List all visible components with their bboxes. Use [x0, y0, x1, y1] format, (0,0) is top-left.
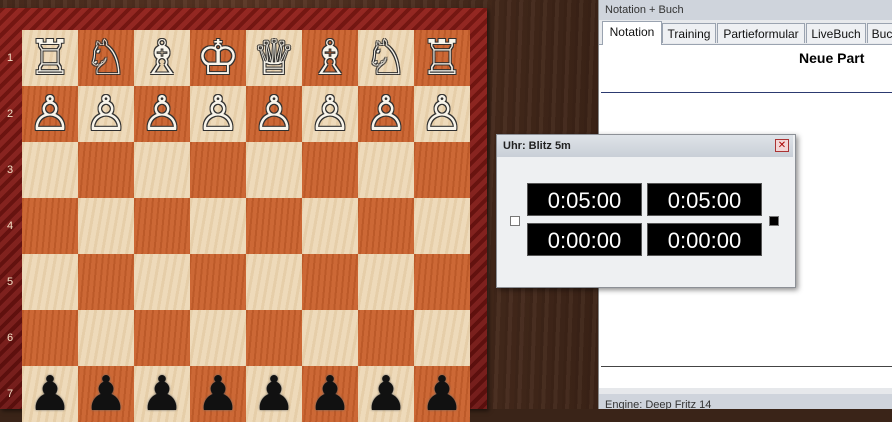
board-square[interactable] [190, 310, 246, 366]
white-piece-icon[interactable]: ♙ [134, 86, 190, 142]
tab-notation[interactable]: Notation [602, 21, 662, 45]
rank-label: 1 [6, 52, 14, 64]
board-square[interactable] [358, 198, 414, 254]
engine-bar[interactable]: Engine: Deep Fritz 14 [599, 394, 892, 409]
black-extra-time: 0:00:00 [647, 223, 762, 256]
board-square[interactable] [78, 142, 134, 198]
board-square[interactable] [358, 310, 414, 366]
board-square[interactable] [246, 142, 302, 198]
game-title: Neue Part [799, 50, 865, 66]
close-icon[interactable]: ✕ [775, 139, 789, 152]
rank-label: 2 [6, 108, 14, 120]
board-square[interactable] [22, 198, 78, 254]
rank-label: 3 [6, 164, 14, 176]
clock-title[interactable]: Uhr: Blitz 5m [497, 135, 793, 157]
board-square[interactable] [302, 254, 358, 310]
black-piece-icon[interactable]: ♟ [246, 366, 302, 422]
board-square[interactable] [134, 310, 190, 366]
black-piece-icon[interactable]: ♟ [190, 366, 246, 422]
board-square[interactable] [414, 254, 470, 310]
tab-partieformular[interactable]: Partieformular [717, 23, 805, 43]
white-piece-icon[interactable]: ♖ [22, 30, 78, 86]
board-square[interactable] [414, 142, 470, 198]
white-piece-icon[interactable]: ♔ [190, 30, 246, 86]
white-piece-icon[interactable]: ♙ [190, 86, 246, 142]
board-frame: 1 2 3 4 5 6 7 ♖ ♘ ♗ ♔ ♕ ♗ ♘ ♖ ♙ ♙ ♙ ♙ ♙ ♙ ♙ ♙ ♟ ♟ ♟ ♟ ♟ ♟ ♟ ♟ [0, 8, 487, 422]
white-time: 0:05:00 [527, 183, 642, 216]
divider [601, 366, 892, 367]
black-piece-icon[interactable]: ♟ [302, 366, 358, 422]
black-piece-icon[interactable]: ♟ [358, 366, 414, 422]
black-piece-icon[interactable]: ♟ [134, 366, 190, 422]
board-square[interactable] [414, 310, 470, 366]
white-turn-indicator [510, 216, 520, 226]
white-piece-icon[interactable]: ♙ [358, 86, 414, 142]
rank-label: 6 [6, 332, 14, 344]
white-piece-icon[interactable]: ♙ [78, 86, 134, 142]
white-piece-icon[interactable]: ♗ [134, 30, 190, 86]
white-piece-icon[interactable]: ♙ [22, 86, 78, 142]
board-square[interactable] [22, 310, 78, 366]
rank-label: 5 [6, 276, 14, 288]
black-piece-icon[interactable]: ♟ [78, 366, 134, 422]
board-square[interactable] [302, 198, 358, 254]
tab-training[interactable]: Training [662, 23, 716, 43]
white-piece-icon[interactable]: ♖ [414, 30, 470, 86]
tab-livebuch[interactable]: LiveBuch [806, 23, 866, 43]
board-square[interactable] [246, 254, 302, 310]
board-square[interactable] [190, 142, 246, 198]
white-extra-time: 0:00:00 [527, 223, 642, 256]
panel-title[interactable]: Notation + Buch [599, 0, 892, 20]
white-piece-icon[interactable]: ♙ [302, 86, 358, 142]
tab-bar: Notation Training Partieformular LiveBuc… [599, 20, 892, 45]
board-square[interactable] [22, 254, 78, 310]
board-square[interactable] [246, 198, 302, 254]
black-turn-indicator [769, 216, 779, 226]
board-square[interactable] [302, 142, 358, 198]
white-piece-icon[interactable]: ♙ [414, 86, 470, 142]
board-square[interactable] [414, 198, 470, 254]
board-square[interactable] [190, 254, 246, 310]
board-square[interactable] [78, 310, 134, 366]
board-square[interactable] [134, 142, 190, 198]
board-square[interactable] [246, 310, 302, 366]
white-piece-icon[interactable]: ♘ [78, 30, 134, 86]
white-piece-icon[interactable]: ♕ [246, 30, 302, 86]
black-piece-icon[interactable]: ♟ [22, 366, 78, 422]
board-square[interactable] [302, 310, 358, 366]
clock-window[interactable]: Uhr: Blitz 5m ✕ 0:05:00 0:05:00 0:00:00 … [496, 134, 796, 288]
white-piece-icon[interactable]: ♙ [246, 86, 302, 142]
board-square[interactable] [78, 254, 134, 310]
board-square[interactable] [190, 198, 246, 254]
board-square[interactable] [134, 254, 190, 310]
rank-label: 7 [6, 388, 14, 400]
rank-label: 4 [6, 220, 14, 232]
black-piece-icon[interactable]: ♟ [414, 366, 470, 422]
board-square[interactable] [78, 198, 134, 254]
board-square[interactable] [22, 142, 78, 198]
divider [601, 92, 892, 93]
board-square[interactable] [358, 142, 414, 198]
tab-buch[interactable]: Buc [867, 23, 892, 43]
board-square[interactable] [134, 198, 190, 254]
black-time: 0:05:00 [647, 183, 762, 216]
board-square[interactable] [358, 254, 414, 310]
white-piece-icon[interactable]: ♗ [302, 30, 358, 86]
chess-board[interactable]: 1 2 3 4 5 6 7 ♖ ♘ ♗ ♔ ♕ ♗ ♘ ♖ ♙ ♙ ♙ ♙ ♙ ♙ ♙ ♙ ♟ ♟ ♟ ♟ ♟ ♟ ♟ ♟ [7, 30, 470, 422]
white-piece-icon[interactable]: ♘ [358, 30, 414, 86]
